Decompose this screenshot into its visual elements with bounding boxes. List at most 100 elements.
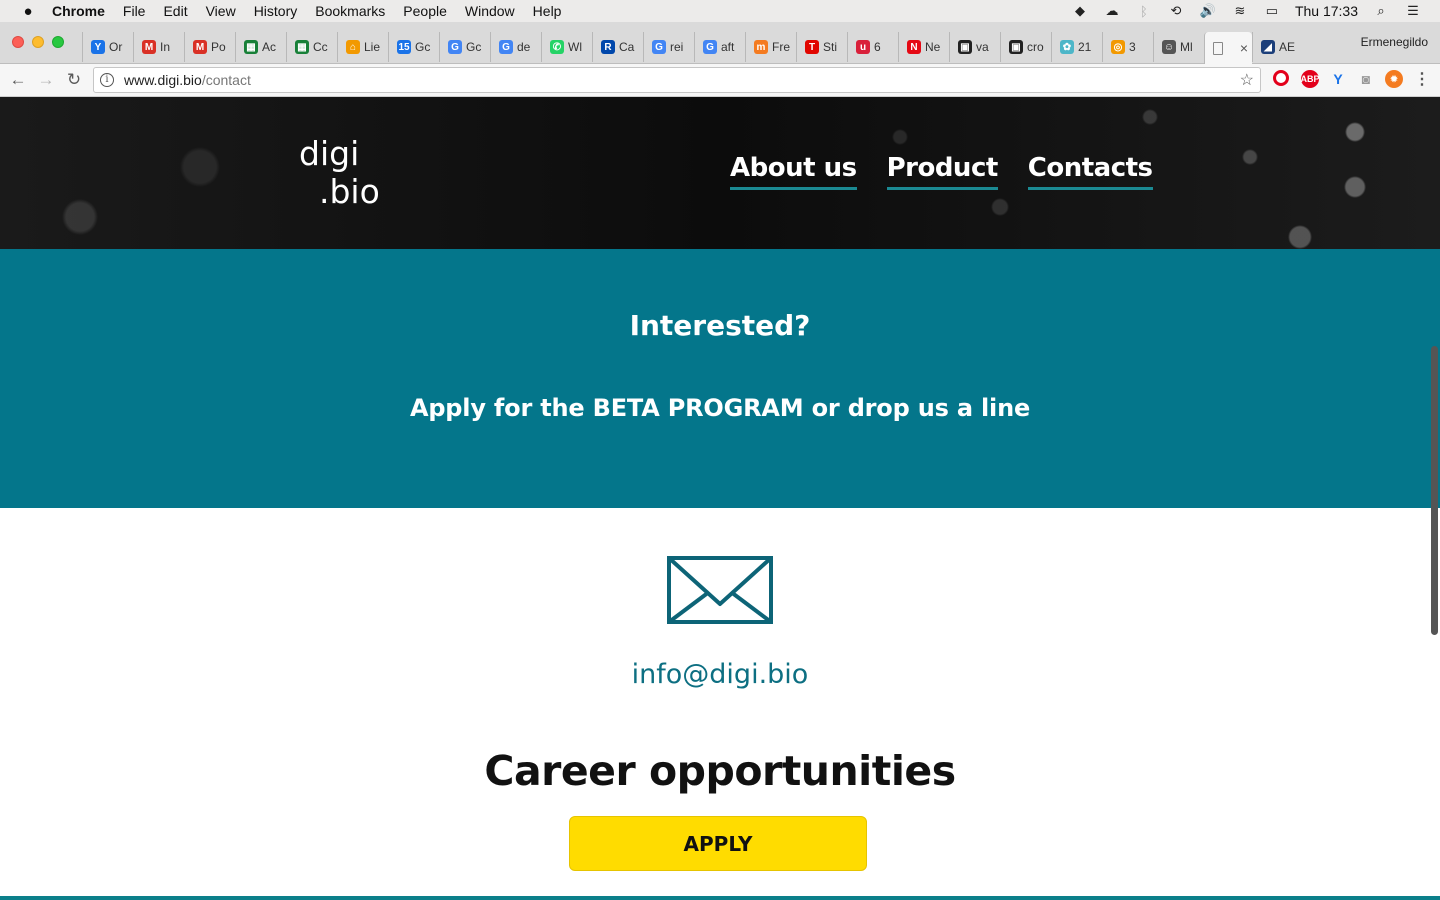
browser-tab[interactable]: ✆ Wl	[541, 32, 592, 62]
nav-contacts[interactable]: Contacts	[1027, 153, 1153, 190]
browser-tab[interactable]: Gde	[490, 32, 541, 62]
tab-favicon-icon: ◎	[1111, 40, 1125, 54]
notification-center-icon[interactable]: ☰	[1404, 3, 1422, 18]
chrome-menu-icon[interactable]: ⋮	[1413, 70, 1431, 88]
tab-title: Ac	[262, 40, 277, 54]
nav-product[interactable]: Product	[886, 153, 998, 190]
tab-favicon-icon: ◢	[1261, 40, 1275, 54]
tab-title: va	[976, 40, 989, 54]
browser-tab[interactable]: ⌂ Lie	[337, 32, 388, 62]
browser-tab[interactable]: Grei	[643, 32, 694, 62]
zoom-window-button[interactable]	[52, 36, 64, 48]
tab-title: Po	[211, 40, 226, 54]
browser-tab[interactable]: ▣ cro	[1000, 32, 1051, 62]
tab-favicon-icon: N	[907, 40, 921, 54]
browser-tab[interactable]: Y Or	[82, 32, 133, 62]
menu-people[interactable]: People	[403, 3, 447, 19]
browser-tab[interactable]: u6	[847, 32, 898, 62]
browser-tab[interactable]: M In	[133, 32, 184, 62]
tab-title: Sti	[823, 40, 838, 54]
menu-bar-clock[interactable]: Thu 17:33	[1295, 3, 1358, 19]
browser-tab[interactable]: N Ne	[898, 32, 949, 62]
browser-tab[interactable]: ☺ Ml	[1153, 32, 1204, 62]
bookmark-star-icon[interactable]: ☆	[1240, 70, 1254, 90]
browser-tab[interactable]: ▦ Cc	[286, 32, 337, 62]
tab-favicon-icon: ▦	[244, 40, 258, 54]
spotlight-search-icon[interactable]: ⌕	[1372, 3, 1390, 18]
menu-bookmarks[interactable]: Bookmarks	[315, 3, 385, 19]
tab-title: Or	[109, 40, 123, 54]
browser-tab[interactable]: ◎ 3	[1102, 32, 1153, 62]
browser-tab-strip: Y Or M In M Po ▦ Ac ▦ Cc ⌂ Lie 15 Gc G Gc Gde ✆ Wl R Ca Grei G…	[0, 22, 1440, 64]
close-window-button[interactable]	[12, 36, 24, 48]
apply-button[interactable]: APPLY	[569, 816, 867, 871]
tab-favicon-icon: u	[856, 40, 870, 54]
volume-icon[interactable]: 🔊	[1199, 3, 1217, 18]
site-info-icon[interactable]: i	[100, 73, 114, 87]
yoroi-extension-icon[interactable]: Y	[1329, 70, 1347, 88]
forward-arrow-icon[interactable]: →	[35, 69, 57, 91]
camera-extension-icon[interactable]: ◙	[1357, 70, 1375, 88]
browser-tab[interactable]: 15 Gc	[388, 32, 439, 62]
adblock-plus-icon[interactable]: ABP	[1301, 70, 1320, 88]
menu-history[interactable]: History	[254, 3, 298, 19]
browser-tab[interactable]: M Po	[184, 32, 235, 62]
browser-tab[interactable]: G Gc	[439, 32, 490, 62]
bluetooth-icon[interactable]: ᛒ	[1135, 4, 1153, 19]
tab-favicon-icon: R	[601, 40, 615, 54]
profile-name[interactable]: Ermenegildo	[1361, 35, 1428, 49]
page-scrollbar-thumb[interactable]	[1431, 346, 1438, 635]
tab-title: Wl	[568, 40, 582, 54]
tab-favicon-icon: 15	[397, 40, 411, 54]
browser-tab[interactable]: ×	[1204, 32, 1252, 64]
banner-title: Interested?	[629, 309, 811, 342]
wifi-icon[interactable]: ≋	[1231, 3, 1249, 18]
url-path: /contact	[201, 72, 251, 88]
menu-app-chrome[interactable]: Chrome	[52, 3, 105, 19]
browser-tab[interactable]: Gaft	[694, 32, 745, 62]
tab-close-icon[interactable]: ×	[1240, 40, 1248, 56]
tab-favicon-icon: G	[703, 40, 717, 54]
envelope-icon	[667, 556, 773, 624]
tab-favicon-icon: M	[142, 40, 156, 54]
browser-tab[interactable]: ▣ va	[949, 32, 1000, 62]
contact-email-link[interactable]: info@digi.bio	[0, 659, 1440, 690]
tab-favicon-icon: G	[652, 40, 666, 54]
footer-edge	[0, 896, 1440, 900]
webpage: digi .bio About us Product Contacts Inte…	[0, 97, 1440, 900]
url-host: www.digi.bio	[124, 72, 202, 88]
browser-tab[interactable]: ✿ 21	[1051, 32, 1102, 62]
tab-favicon-icon: ▣	[958, 40, 972, 54]
tab-title: 3	[1129, 40, 1136, 54]
time-machine-icon[interactable]: ⟲	[1167, 3, 1185, 18]
tab-favicon-icon: T	[805, 40, 819, 54]
minimize-window-button[interactable]	[32, 36, 44, 48]
logo-line-1: digi	[299, 134, 360, 173]
menu-view[interactable]: View	[206, 3, 236, 19]
menu-help[interactable]: Help	[533, 3, 562, 19]
nav-about-us[interactable]: About us	[730, 153, 857, 190]
back-arrow-icon[interactable]: ←	[7, 69, 29, 91]
browser-tab[interactable]: ▦ Ac	[235, 32, 286, 62]
address-bar[interactable]: i www.digi.bio/contact ☆	[93, 67, 1261, 93]
tab-favicon-icon: ▦	[295, 40, 309, 54]
menu-edit[interactable]: Edit	[163, 3, 187, 19]
dropbox-icon[interactable]: ◆	[1071, 3, 1089, 18]
browser-tab[interactable]: m Fre	[745, 32, 796, 62]
apple-menu-icon[interactable]: ●	[18, 3, 38, 20]
browser-tab[interactable]: R Ca	[592, 32, 643, 62]
digibio-logo[interactable]: digi .bio	[299, 135, 380, 211]
reload-icon[interactable]: ↻	[63, 69, 85, 91]
tab-list: Y Or M In M Po ▦ Ac ▦ Cc ⌂ Lie 15 Gc G Gc Gde ✆ Wl R Ca Grei G…	[82, 32, 1303, 64]
tab-title: de	[517, 40, 531, 54]
battery-icon[interactable]: ▭	[1263, 3, 1281, 18]
menu-window[interactable]: Window	[465, 3, 515, 19]
opera-extension-icon[interactable]	[1273, 70, 1289, 86]
tab-title: 21	[1078, 40, 1092, 54]
browser-tab[interactable]: T Sti	[796, 32, 847, 62]
tab-title: Gc	[466, 40, 482, 54]
fire-extension-icon[interactable]: ✹	[1385, 70, 1403, 88]
cloud-upload-icon[interactable]: ☁	[1103, 3, 1121, 18]
menu-file[interactable]: File	[123, 3, 146, 19]
browser-tab[interactable]: ◢ AE	[1252, 32, 1303, 62]
